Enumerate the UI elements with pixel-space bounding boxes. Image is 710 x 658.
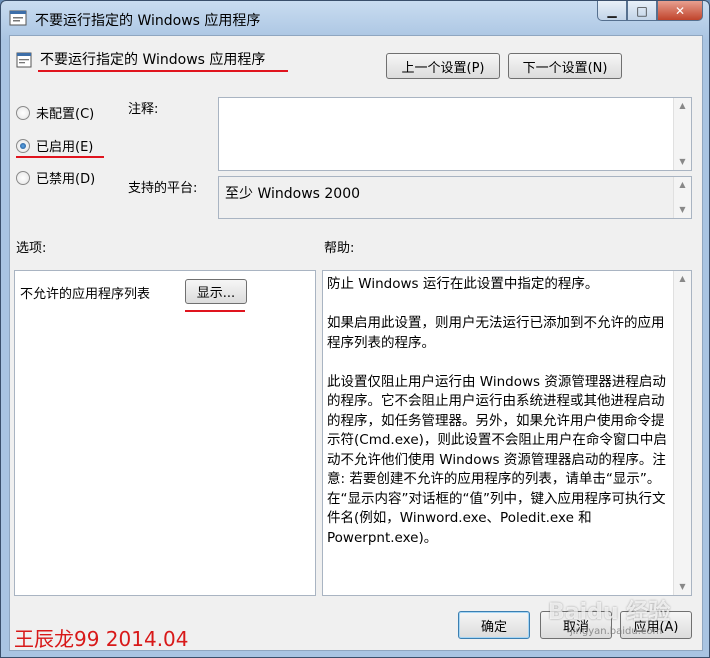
radio-button[interactable] bbox=[16, 138, 30, 153]
close-button[interactable]: ✕ bbox=[657, 1, 703, 21]
author-watermark: 王辰龙99 2014.04 bbox=[14, 627, 189, 651]
options-label: 选项: bbox=[16, 241, 47, 256]
minimize-icon: ▁ bbox=[607, 3, 617, 18]
scroll-down-icon[interactable]: ▼ bbox=[674, 202, 691, 218]
radio-label: 未配置(C) bbox=[36, 107, 95, 122]
disallowed-list-label: 不允许的应用程序列表 bbox=[20, 287, 151, 302]
scroll-down-icon[interactable]: ▼ bbox=[674, 154, 691, 170]
show-button[interactable]: 显示... bbox=[185, 279, 247, 304]
radio-not-configured[interactable]: 未配置(C) bbox=[16, 103, 94, 122]
help-paragraph: 此设置仅阻止用户运行由 Windows 资源管理器进程启动的程序。它不会阻止用户… bbox=[327, 373, 667, 546]
platform-value: 至少 Windows 2000 bbox=[225, 186, 361, 202]
help-panel: 防止 Windows 运行在此设置中指定的程序。 如果启用此设置，则用户无法运行… bbox=[322, 270, 692, 596]
help-label: 帮助: bbox=[324, 241, 355, 256]
next-setting-button[interactable]: 下一个设置(N) bbox=[508, 53, 622, 79]
previous-setting-button[interactable]: 上一个设置(P) bbox=[386, 53, 500, 79]
scroll-up-icon[interactable]: ▲ bbox=[674, 98, 691, 114]
comment-field[interactable]: ▲ ▼ bbox=[218, 97, 692, 171]
scroll-up-icon[interactable]: ▲ bbox=[674, 177, 691, 193]
title-bar[interactable]: 不要运行指定的 Windows 应用程序 ▁ □ ✕ bbox=[1, 1, 709, 35]
dialog-window: 不要运行指定的 Windows 应用程序 ▁ □ ✕ 不要运行指定的 Windo… bbox=[0, 0, 710, 658]
close-icon: ✕ bbox=[674, 3, 686, 18]
scroll-down-icon[interactable]: ▼ bbox=[674, 579, 691, 595]
policy-icon bbox=[9, 10, 27, 26]
ok-button[interactable]: 确定 bbox=[458, 611, 530, 639]
caption-buttons: ▁ □ ✕ bbox=[597, 1, 703, 23]
highlight-underline bbox=[185, 310, 245, 312]
radio-button[interactable] bbox=[16, 170, 30, 185]
baidu-url-watermark: jingyan.baidu.com bbox=[570, 626, 663, 637]
help-paragraph: 防止 Windows 运行在此设置中指定的程序。 bbox=[327, 276, 599, 292]
maximize-button[interactable]: □ bbox=[627, 1, 657, 21]
scroll-up-icon[interactable]: ▲ bbox=[674, 271, 691, 287]
highlight-underline bbox=[16, 156, 104, 158]
radio-disabled[interactable]: 已禁用(D) bbox=[16, 168, 95, 187]
options-panel: 不允许的应用程序列表 显示... bbox=[14, 270, 316, 596]
platform-scrollbar[interactable]: ▲ ▼ bbox=[673, 177, 691, 218]
highlight-underline bbox=[38, 70, 288, 72]
maximize-icon: □ bbox=[636, 3, 648, 18]
help-text: 防止 Windows 运行在此设置中指定的程序。 如果启用此设置，则用户无法运行… bbox=[327, 275, 671, 568]
help-paragraph: 如果启用此设置，则用户无法运行已添加到不允许的应用程序列表的程序。 bbox=[327, 315, 665, 351]
baidu-watermark: Baidu 经验 bbox=[548, 600, 671, 625]
comment-scrollbar[interactable]: ▲ ▼ bbox=[673, 98, 691, 170]
radio-label: 已禁用(D) bbox=[36, 172, 96, 187]
setting-icon bbox=[16, 52, 32, 68]
radio-button[interactable] bbox=[16, 105, 30, 120]
radio-enabled[interactable]: 已启用(E) bbox=[16, 136, 93, 155]
platform-label: 支持的平台: bbox=[128, 181, 198, 196]
comment-label: 注释: bbox=[128, 102, 159, 117]
radio-label: 已启用(E) bbox=[36, 140, 94, 155]
dialog-client: 不要运行指定的 Windows 应用程序 上一个设置(P) 下一个设置(N) 未… bbox=[9, 35, 703, 651]
minimize-button[interactable]: ▁ bbox=[597, 1, 627, 21]
help-scrollbar[interactable]: ▲ ▼ bbox=[673, 271, 691, 595]
setting-name: 不要运行指定的 Windows 应用程序 bbox=[40, 52, 266, 68]
platform-field: 至少 Windows 2000 ▲ ▼ bbox=[218, 176, 692, 219]
window-title: 不要运行指定的 Windows 应用程序 bbox=[35, 13, 261, 29]
